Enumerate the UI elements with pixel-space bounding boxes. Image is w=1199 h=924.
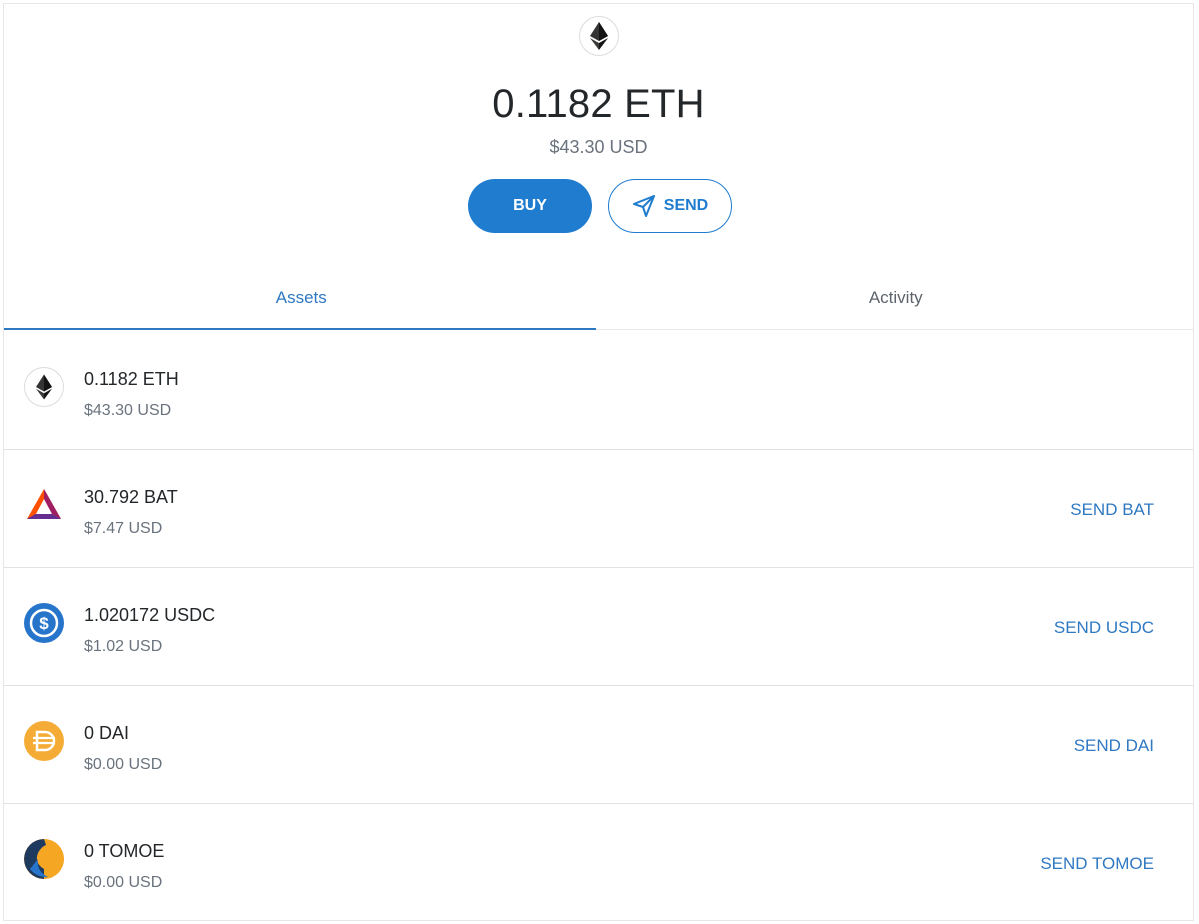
tab-assets[interactable]: Assets [4, 266, 599, 330]
send-dai-link[interactable]: SEND DAI [1074, 736, 1154, 756]
balance-overview: 0.1182 ETH $43.30 USD BUY SEND [4, 4, 1193, 264]
send-button[interactable]: SEND [608, 179, 732, 233]
asset-fiat: $0.00 USD [84, 874, 163, 891]
asset-row-bat[interactable]: 30.792 BAT $7.47 USD SEND BAT [4, 450, 1193, 568]
asset-amount: 0 DAI [84, 723, 130, 743]
asset-amount: 30.792 BAT [84, 487, 178, 507]
send-usdc-link[interactable]: SEND USDC [1054, 618, 1154, 638]
wallet-panel: 0.1182 ETH $43.30 USD BUY SEND Assets Ac… [3, 3, 1194, 921]
balance-amount: 0.1182 ETH [492, 82, 705, 126]
tab-activity-label: Activity [868, 288, 923, 307]
send-tomoe-link[interactable]: SEND TOMOE [1040, 854, 1154, 874]
tab-activity[interactable]: Activity [599, 266, 1194, 330]
dai-icon [24, 721, 64, 761]
asset-row-usdc[interactable]: $ 1.020172 USDC $1.02 USD SEND USDC [4, 568, 1193, 686]
ethereum-icon [24, 367, 64, 407]
ethereum-icon [579, 16, 619, 56]
send-button-label: SEND [663, 197, 709, 214]
asset-row-tomoe[interactable]: 0 TOMOE $0.00 USD SEND TOMOE [4, 804, 1193, 922]
asset-row-eth[interactable]: 0.1182 ETH $43.30 USD [4, 332, 1193, 450]
bat-icon [24, 485, 64, 525]
balance-fiat: $43.30 USD [549, 137, 648, 157]
asset-amount: 1.020172 USDC [84, 605, 216, 625]
active-tab-indicator [4, 328, 596, 330]
svg-text:$: $ [39, 614, 49, 633]
asset-list: 0.1182 ETH $43.30 USD 30.792 BAT $7.47 U… [4, 332, 1193, 922]
asset-fiat: $43.30 USD [84, 402, 172, 419]
asset-amount: 0.1182 ETH [84, 369, 179, 389]
send-icon [632, 194, 656, 218]
tab-assets-label: Assets [275, 288, 327, 307]
asset-amount: 0 TOMOE [84, 841, 165, 861]
buy-button[interactable]: BUY [468, 179, 592, 233]
asset-fiat: $7.47 USD [84, 520, 163, 537]
usdc-icon: $ [24, 603, 64, 643]
send-bat-link[interactable]: SEND BAT [1070, 500, 1154, 520]
asset-fiat: $1.02 USD [84, 638, 163, 655]
buy-button-label: BUY [513, 197, 547, 214]
asset-row-dai[interactable]: 0 DAI $0.00 USD SEND DAI [4, 686, 1193, 804]
tomoe-icon [24, 839, 64, 879]
asset-fiat: $0.00 USD [84, 756, 163, 773]
tab-bar: Assets Activity [4, 266, 1193, 330]
